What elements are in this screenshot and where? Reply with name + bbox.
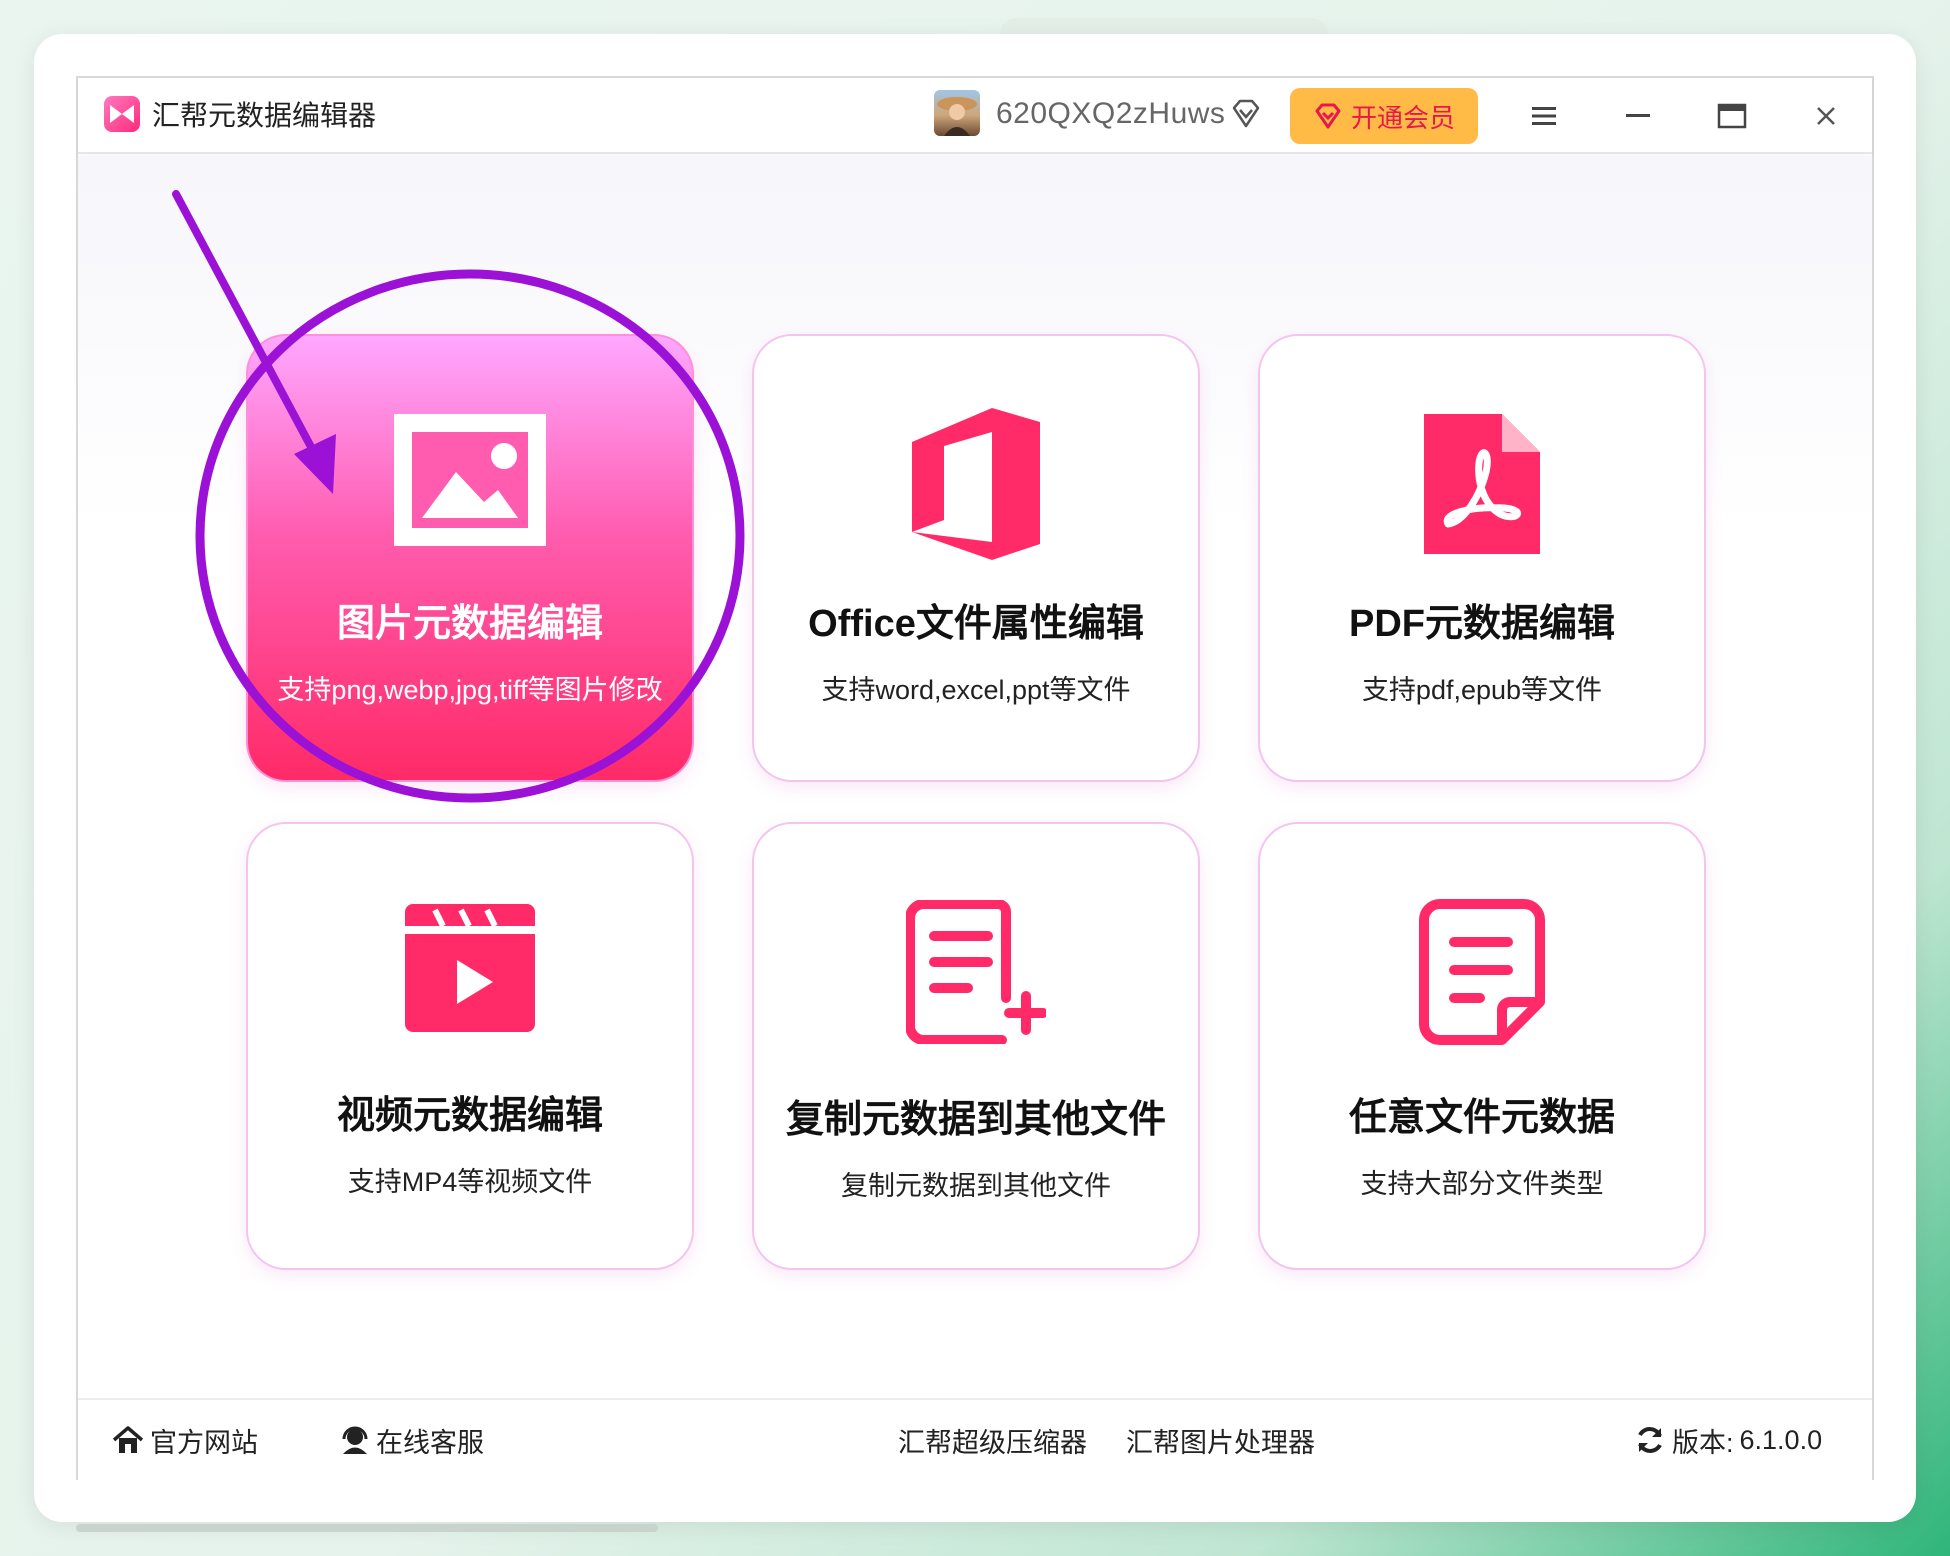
image-processor-label: 汇帮图片处理器 bbox=[1126, 1427, 1315, 1458]
card-title: 任意文件元数据 bbox=[1348, 1097, 1615, 1139]
app-window: 汇帮元数据编辑器 620QXQ2zHuws 开通会员 图片元数据编辑 支持png… bbox=[76, 76, 1874, 1480]
card-subtitle: 支持word,excel,ppt等文件 bbox=[821, 675, 1131, 705]
vip-diamond-icon bbox=[1315, 103, 1341, 129]
card-subtitle: 复制元数据到其他文件 bbox=[841, 1171, 1111, 1201]
official-site-label: 官方网站 bbox=[150, 1427, 258, 1458]
card-pdf-metadata[interactable]: PDF元数据编辑 支持pdf,epub等文件 bbox=[1258, 334, 1706, 782]
card-subtitle: 支持大部分文件类型 bbox=[1360, 1169, 1604, 1199]
version-label: 版本: bbox=[1672, 1427, 1734, 1458]
card-title: 复制元数据到其他文件 bbox=[785, 1099, 1166, 1141]
online-support-label: 在线客服 bbox=[376, 1427, 484, 1458]
card-subtitle: 支持MP4等视频文件 bbox=[347, 1167, 593, 1197]
file-icon bbox=[1418, 898, 1546, 1051]
username[interactable]: 620QXQ2zHuws bbox=[996, 92, 1225, 136]
menu-button[interactable] bbox=[1520, 92, 1568, 140]
title-bar: 汇帮元数据编辑器 620QXQ2zHuws 开通会员 bbox=[78, 78, 1872, 154]
card-any-file-metadata[interactable]: 任意文件元数据 支持大部分文件类型 bbox=[1258, 822, 1706, 1270]
customer-service-icon bbox=[342, 1426, 368, 1454]
video-icon bbox=[405, 904, 535, 1037]
app-title: 汇帮元数据编辑器 bbox=[152, 100, 377, 131]
card-copy-metadata[interactable]: 复制元数据到其他文件 复制元数据到其他文件 bbox=[752, 822, 1200, 1270]
compressor-label: 汇帮超级压缩器 bbox=[898, 1427, 1087, 1458]
card-title: 视频元数据编辑 bbox=[336, 1095, 603, 1137]
copy-doc-icon bbox=[905, 899, 1048, 1049]
user-avatar[interactable] bbox=[934, 90, 980, 136]
maximize-button[interactable] bbox=[1708, 92, 1756, 140]
refresh-icon bbox=[1638, 1427, 1662, 1453]
footer-bar: 官方网站 在线客服 汇帮超级压缩器 汇帮图片处理器 版本: 6.1.0.0 bbox=[78, 1398, 1872, 1480]
app-logo-icon bbox=[104, 96, 140, 132]
diamond-icon bbox=[1228, 96, 1264, 132]
open-vip-button[interactable]: 开通会员 bbox=[1290, 88, 1478, 144]
card-office-properties[interactable]: Office文件属性编辑 支持word,excel,ppt等文件 bbox=[752, 334, 1200, 782]
card-title: PDF元数据编辑 bbox=[1348, 603, 1615, 645]
compressor-link[interactable]: 汇帮超级压缩器 bbox=[898, 1420, 1087, 1460]
image-icon bbox=[394, 414, 546, 551]
vip-label: 开通会员 bbox=[1350, 102, 1455, 133]
card-title: 图片元数据编辑 bbox=[336, 603, 603, 645]
card-subtitle: 支持pdf,epub等文件 bbox=[1361, 675, 1603, 705]
hamburger-icon bbox=[1532, 107, 1556, 125]
official-site-link[interactable]: 官方网站 bbox=[112, 1420, 258, 1460]
home-icon bbox=[112, 1426, 144, 1453]
version-number: 6.1.0.0 bbox=[1739, 1424, 1823, 1455]
minimize-icon bbox=[1626, 114, 1650, 117]
close-icon bbox=[1817, 107, 1835, 125]
card-video-metadata[interactable]: 视频元数据编辑 支持MP4等视频文件 bbox=[246, 822, 694, 1270]
card-title: Office文件属性编辑 bbox=[808, 603, 1144, 645]
image-processor-link[interactable]: 汇帮图片处理器 bbox=[1126, 1420, 1315, 1460]
maximize-icon bbox=[1717, 103, 1747, 129]
office-icon bbox=[912, 408, 1040, 565]
background-scrollbar bbox=[76, 1524, 658, 1532]
online-support-link[interactable]: 在线客服 bbox=[340, 1420, 484, 1460]
minimize-button[interactable] bbox=[1614, 92, 1662, 140]
version-info[interactable]: 版本: 6.1.0.0 bbox=[1634, 1420, 1822, 1460]
card-subtitle: 支持png,webp,jpg,tiff等图片修改 bbox=[277, 675, 663, 705]
main-content: 图片元数据编辑 支持png,webp,jpg,tiff等图片修改 Office文… bbox=[78, 156, 1872, 1398]
pdf-icon bbox=[1424, 414, 1540, 559]
card-image-metadata[interactable]: 图片元数据编辑 支持png,webp,jpg,tiff等图片修改 bbox=[246, 334, 694, 782]
close-button[interactable] bbox=[1802, 92, 1850, 140]
